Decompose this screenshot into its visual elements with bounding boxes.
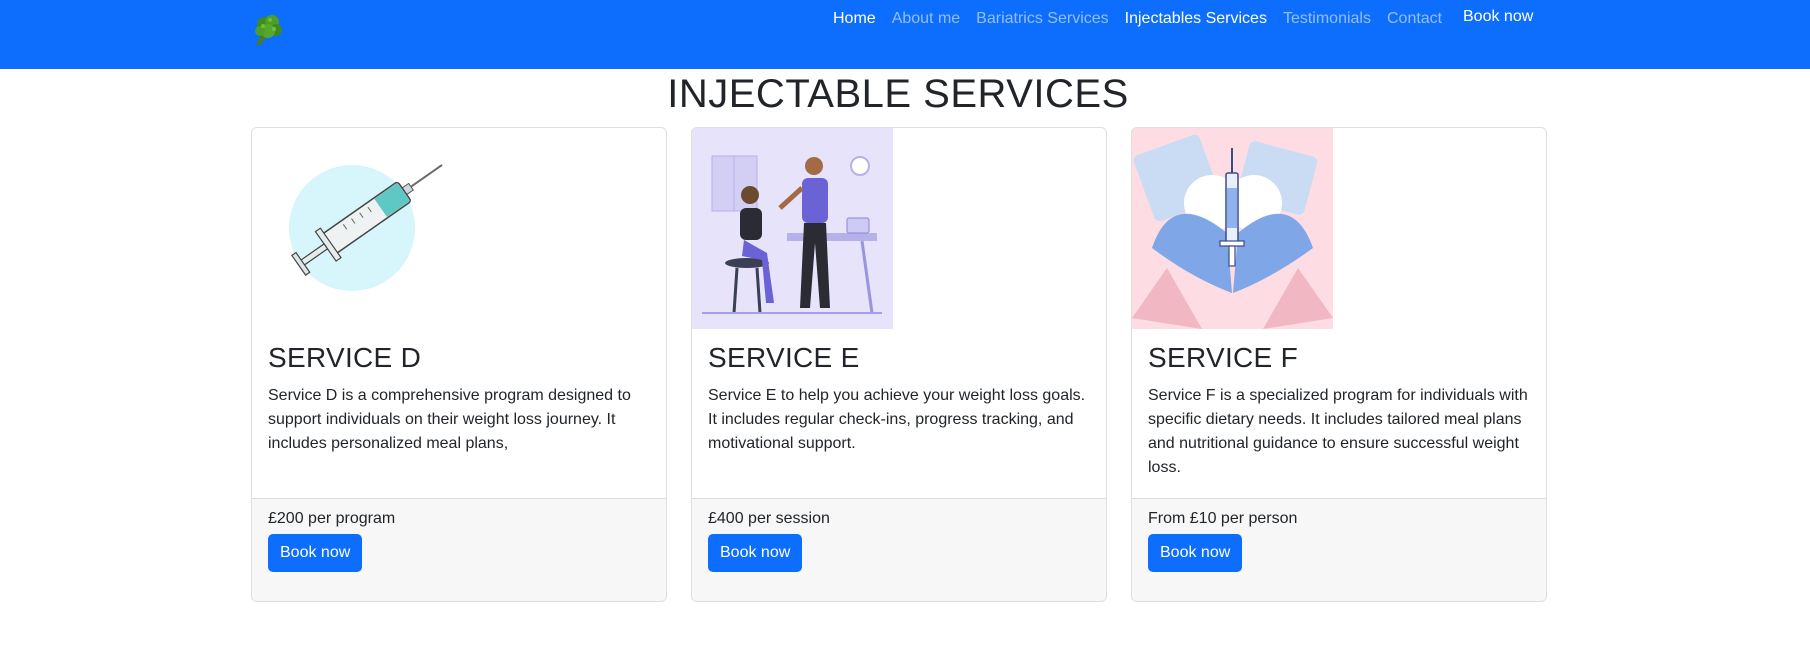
broccoli-icon[interactable]	[250, 12, 286, 48]
service-card-f: SERVICE F Service F is a specialized pro…	[1131, 127, 1547, 602]
book-now-button[interactable]: Book now	[708, 534, 803, 572]
card-text: Service D is a comprehensive program des…	[268, 387, 631, 452]
card-body: SERVICE E Service E to help you achieve …	[708, 342, 1090, 456]
nav-link-testimonials[interactable]: Testimonials	[1283, 10, 1371, 28]
card-footer: £400 per session Book now	[692, 498, 1106, 601]
page-title: INJECTABLE SERVICES	[667, 72, 1129, 116]
card-price: From £10 per person	[1148, 510, 1298, 527]
heart-hands-syringe-illustration	[1132, 128, 1333, 329]
service-card-d: SERVICE D Service D is a comprehensive p…	[251, 127, 667, 602]
nav-links: Home About me Bariatrics Services Inject…	[833, 9, 1458, 29]
card-title: SERVICE F	[1148, 342, 1299, 373]
nav-link-bariatrics[interactable]: Bariatrics Services	[976, 10, 1108, 28]
nav-link-home[interactable]: Home	[833, 10, 876, 28]
card-body: SERVICE F Service F is a specialized pro…	[1148, 342, 1530, 480]
nav-link-about[interactable]: About me	[892, 10, 960, 28]
card-price: £200 per program	[268, 510, 396, 527]
vaccination-illustration	[692, 128, 893, 329]
top-navbar: Home About me Bariatrics Services Inject…	[0, 0, 1810, 69]
book-now-button[interactable]: Book now	[268, 534, 363, 572]
card-text: Service E to help you achieve your weigh…	[708, 387, 1086, 452]
nav-link-contact[interactable]: Contact	[1387, 10, 1442, 28]
book-now-button[interactable]: Book now	[1148, 534, 1243, 572]
card-footer: £200 per program Book now	[252, 498, 666, 601]
card-body: SERVICE D Service D is a comprehensive p…	[268, 342, 650, 456]
syringe-illustration	[252, 128, 453, 329]
nav-link-injectables[interactable]: Injectables Services	[1125, 10, 1267, 28]
card-title: SERVICE E	[708, 342, 860, 373]
card-text: Service F is a specialized program for i…	[1148, 387, 1528, 476]
card-title: SERVICE D	[268, 342, 422, 373]
nav-book-now-button[interactable]: Book now	[1463, 8, 1533, 26]
card-footer: From £10 per person Book now	[1132, 498, 1546, 601]
service-card-e: SERVICE E Service E to help you achieve …	[691, 127, 1107, 602]
card-price: £400 per session	[708, 510, 830, 527]
